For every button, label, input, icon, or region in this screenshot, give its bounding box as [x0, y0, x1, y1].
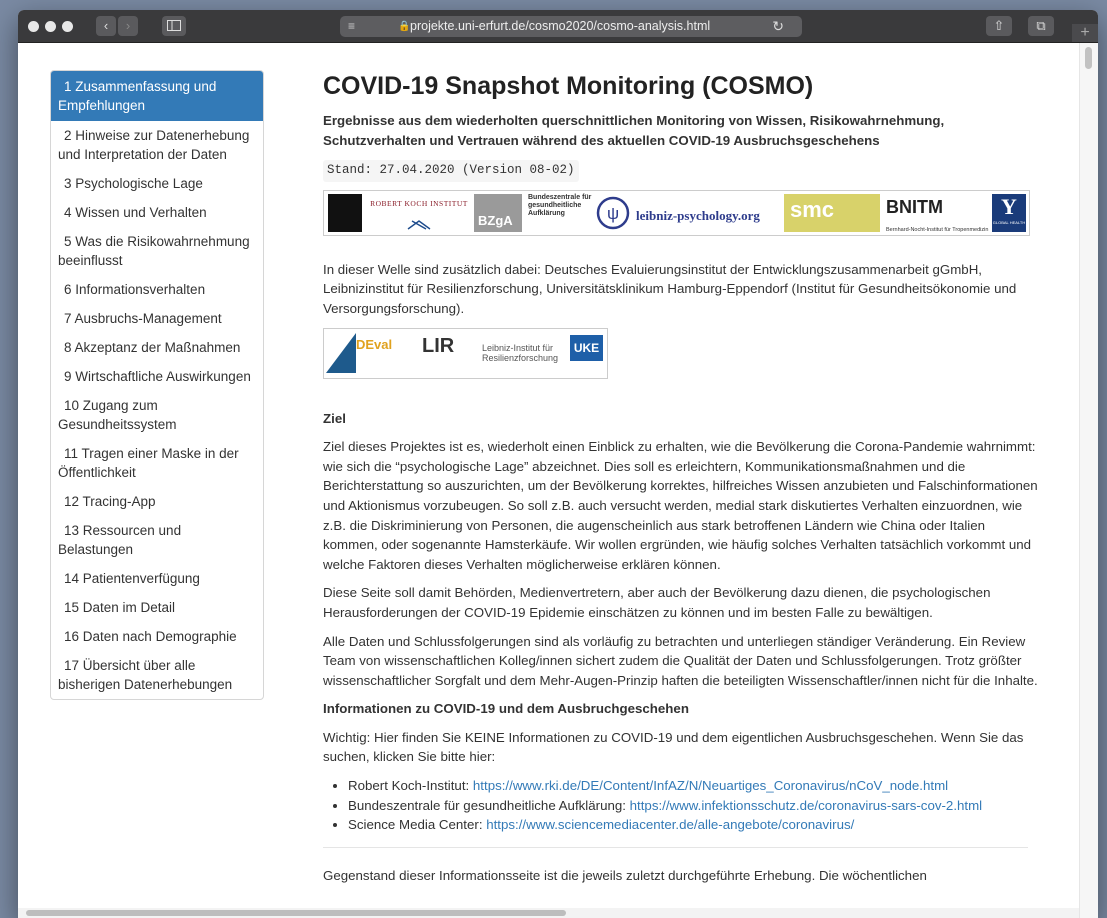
yale-logo-text: Y [1001, 193, 1017, 219]
intro-paragraph: In dieser Welle sind zusätzlich dabei: D… [323, 261, 1017, 316]
list-item: Robert Koch-Institut: https://www.rki.de… [348, 776, 1043, 796]
reader-icon[interactable]: ≡ [348, 16, 355, 37]
lir-logo: LIR [420, 333, 480, 374]
deval-emblem-icon [326, 332, 356, 373]
link-label-bzga: Bundeszentrale für gesundheitliche Aufkl… [348, 797, 630, 813]
vertical-scrollbar[interactable] [1079, 43, 1098, 918]
toc-item-demographie[interactable]: 16 Daten nach Demographie [51, 622, 263, 651]
reload-icon[interactable]: ↻ [772, 16, 784, 37]
toc-item-gesundheitssystem[interactable]: 10 Zugang zum Gesundheitssystem [51, 391, 263, 439]
bnitm-logo: BNITM Bernhard-Nocht-Institut für Tropen… [884, 194, 990, 233]
list-item: Bundeszentrale für gesundheitliche Aufkl… [348, 796, 1043, 816]
ziel-heading: Ziel [323, 410, 346, 426]
page-title: COVID-19 Snapshot Monitoring (COSMO) [323, 72, 814, 100]
ziel-paragraph-2: Diese Seite soll damit Behörden, Medienv… [323, 585, 991, 620]
leibniz-psychology-icon: ψ [596, 196, 630, 230]
toc-item-akzeptanz[interactable]: 8 Akzeptanz der Maßnahmen [51, 333, 263, 362]
page-subtitle: Ergebnisse aus dem wiederholten querschn… [323, 113, 945, 148]
toc-item-ressourcen[interactable]: 13 Ressourcen und Belastungen [51, 516, 263, 564]
main-article: COVID-19 Snapshot Monitoring (COSMO) Erg… [323, 43, 1043, 894]
url-text: projekte.uni-erfurt.de/cosmo2020/cosmo-a… [410, 19, 711, 33]
leibniz-psychology-text: leibniz-psychology.org [636, 207, 760, 223]
section-divider [323, 846, 1028, 848]
info-paragraph: Wichtig: Hier finden Sie KEINE Informati… [323, 729, 1024, 765]
smc-logo: smc [784, 193, 880, 232]
back-icon[interactable]: ‹ [96, 16, 116, 36]
list-item: Science Media Center: https://www.scienc… [348, 815, 1043, 835]
version-stamp: Stand: 27.04.2020 (Version 08-02) [323, 160, 579, 182]
toc-item-wissen[interactable]: 4 Wissen und Verhalten [51, 198, 263, 227]
ziel-paragraph-3: Alle Daten und Schlussfolgerungen sind a… [323, 633, 1038, 688]
yale-subtitle: GLOBAL HEALTH [992, 219, 1026, 225]
lock-icon: 🔒 [398, 21, 411, 32]
horizontal-scrollbar[interactable] [18, 908, 1080, 918]
ziel-paragraph-1: Ziel dieses Projektes ist es, wiederholt… [323, 439, 1038, 572]
toc-item-maske[interactable]: 11 Tragen einer Maske in der Öffentlichk… [51, 439, 263, 487]
rki-logo-text: ROBERT KOCH INSTITUT [370, 198, 468, 208]
toc-item-zusammenfassung[interactable]: 1 Zusammenfassung und Empfehlungen [51, 71, 263, 121]
sidebar-icon[interactable] [162, 16, 186, 36]
toc-item-risikowahrnehmung[interactable]: 5 Was die Risikowahrnehmung beeinflusst [51, 227, 263, 275]
toc-item-tracing-app[interactable]: 12 Tracing-App [51, 487, 263, 516]
close-window-button[interactable] [28, 21, 39, 32]
link-rki[interactable]: https://www.rki.de/DE/Content/InfAZ/N/Ne… [473, 778, 948, 793]
toc-item-wirtschaftliche[interactable]: 9 Wirtschaftliche Auswirkungen [51, 362, 263, 391]
deval-logo-text: DEval [356, 336, 393, 352]
link-bzga[interactable]: https://www.infektionsschutz.de/coronavi… [630, 798, 983, 813]
toc-item-patientenverfuegung[interactable]: 14 Patientenverfügung [51, 564, 263, 593]
browser-window: ‹ › ≡ 🔒 projekte.uni-erfurt.de/cosmo2020… [18, 10, 1098, 918]
toc-item-uebersicht[interactable]: 17 Übersicht über alle bisherigen Datene… [51, 651, 263, 699]
leibniz-psychology-logo: ψ leibniz-psychology.org [596, 194, 776, 232]
toc-item-hinweise[interactable]: 2 Hinweise zur Datenerhebung und Interpr… [51, 121, 263, 169]
uke-logo: UKE [570, 334, 603, 361]
lir-logo-text: LIR [422, 334, 455, 357]
page-content: 1 Zusammenfassung und Empfehlungen 2 Hin… [18, 43, 1080, 918]
zoom-window-button[interactable] [62, 21, 73, 32]
yale-logo: Y GLOBAL HEALTH [992, 193, 1026, 232]
bzga-full-name: Bundeszentrale für gesundheitliche Aufkl… [528, 193, 592, 217]
bzga-logo: BZgA [474, 193, 522, 232]
horizontal-scroll-thumb[interactable] [26, 910, 566, 916]
svg-text:ψ: ψ [607, 204, 619, 223]
address-bar[interactable]: ≡ 🔒 projekte.uni-erfurt.de/cosmo2020/cos… [340, 16, 802, 37]
browser-toolbar: ‹ › ≡ 🔒 projekte.uni-erfurt.de/cosmo2020… [18, 10, 1098, 43]
vertical-scroll-thumb[interactable] [1085, 47, 1092, 69]
rki-logo: ROBERT KOCH INSTITUT [366, 194, 472, 232]
lir-full-name: Leibniz-Institut für Resilienzforschung [482, 342, 559, 363]
bnitm-logo-text: BNITM [886, 196, 943, 217]
link-smc[interactable]: https://www.sciencemediacenter.de/alle-a… [486, 817, 854, 832]
forward-icon[interactable]: › [118, 16, 138, 36]
share-icon[interactable]: ⇧ [986, 16, 1012, 36]
new-tab-icon[interactable]: + [1072, 24, 1098, 42]
table-of-contents: 1 Zusammenfassung und Empfehlungen 2 Hin… [50, 70, 264, 700]
bzga-logo-text: BZgA [478, 213, 513, 229]
info-heading: Informationen zu COVID-19 und dem Ausbru… [323, 701, 689, 717]
rki-emblem-icon [407, 220, 431, 230]
link-label-smc: Science Media Center: [348, 817, 487, 833]
gegenstand-paragraph: Gegenstand dieser Informationsseite ist … [323, 867, 927, 883]
toc-item-informationsverhalten[interactable]: 6 Informationsverhalten [51, 275, 263, 304]
toc-item-psychologische-lage[interactable]: 3 Psychologische Lage [51, 169, 263, 198]
tabs-overview-icon[interactable]: ⧉ [1028, 16, 1054, 36]
additional-partner-logos: DEval LIR Leibniz-Institut für Resilienz… [323, 327, 608, 379]
link-label-rki: Robert Koch-Institut: [348, 778, 473, 794]
bnitm-subtitle: Bernhard-Nocht-Institut für Tropenmedizi… [886, 226, 989, 233]
deval-logo: DEval [326, 332, 416, 374]
toc-item-ausbruchs-management[interactable]: 7 Ausbruchs-Management [51, 304, 263, 333]
external-links-list: Robert Koch-Institut: https://www.rki.de… [323, 776, 1043, 835]
toc-item-daten-detail[interactable]: 15 Daten im Detail [51, 593, 263, 622]
smc-logo-text: smc [790, 196, 835, 222]
minimize-window-button[interactable] [45, 21, 56, 32]
uni-erfurt-logo [328, 193, 362, 232]
partner-logos-banner: ROBERT KOCH INSTITUT BZgA Bundeszentrale… [323, 189, 1030, 236]
